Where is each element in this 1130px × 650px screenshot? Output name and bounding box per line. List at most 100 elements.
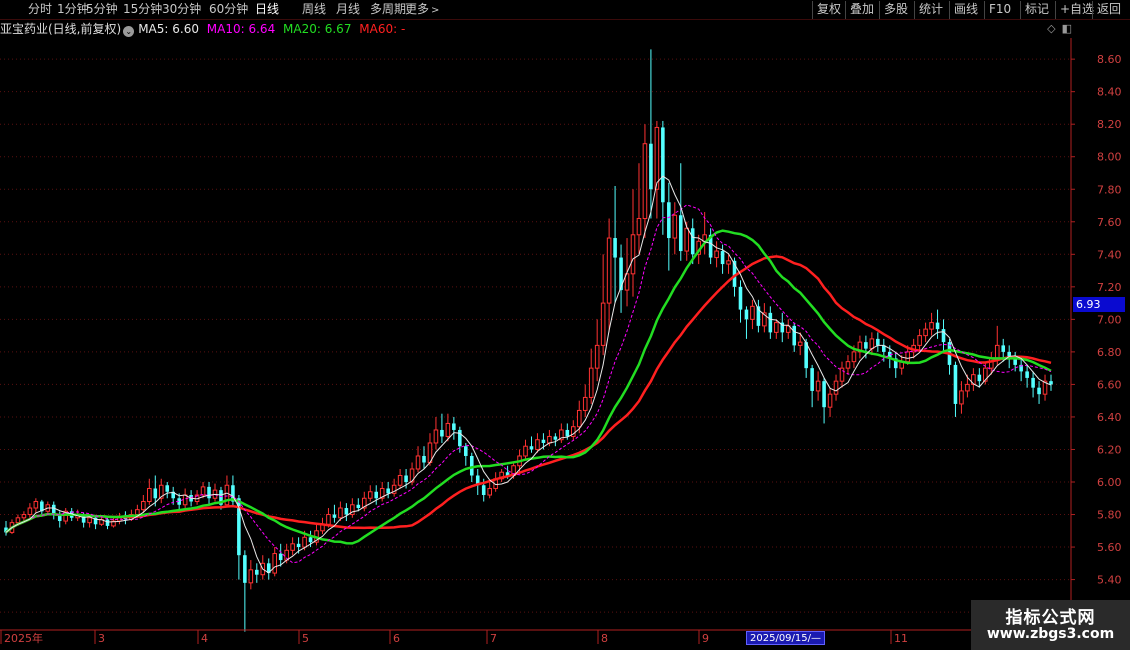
tool-button-4[interactable]: 画线 <box>949 1 982 19</box>
y-tick-label: 5.80 <box>1097 509 1122 522</box>
candle-body-down <box>613 238 617 258</box>
y-tick-label: 7.80 <box>1097 183 1122 196</box>
ma10-label: MA10: 6.64 <box>206 22 276 36</box>
watermark-url: www.zbgs3.com <box>986 626 1115 642</box>
candle-body-down <box>565 429 570 437</box>
candle-body-up <box>338 507 343 519</box>
candle-body-up <box>33 501 39 509</box>
candle-body-up <box>415 455 421 470</box>
candle-body-up <box>827 393 833 408</box>
current-price-tag: 6.93 <box>1073 297 1125 312</box>
period-tab-1[interactable]: 1分钟 <box>57 1 89 19</box>
candle-body-up <box>326 514 331 525</box>
candle-body-up <box>576 409 582 428</box>
tool-button-1[interactable]: 叠加 <box>845 1 878 19</box>
period-tab-4[interactable]: 30分钟 <box>162 1 201 19</box>
candle-body-up <box>845 361 851 369</box>
candle-body-up <box>630 234 636 275</box>
period-tab-10[interactable]: 更多 > <box>405 1 439 19</box>
candle-body-up <box>797 341 803 346</box>
settings-circle-icon[interactable]: ⌄ <box>123 26 135 37</box>
candle-body-up <box>588 367 594 398</box>
tool-button-2[interactable]: 多股 <box>879 1 912 19</box>
candle-body-down <box>810 368 814 391</box>
stock-title: 亚宝药业(日线,前复权) <box>0 22 122 36</box>
y-tick-label: 8.00 <box>1097 151 1122 164</box>
candle-body-down <box>1049 381 1053 385</box>
y-tick-label: 6.60 <box>1097 378 1122 391</box>
candle-body-up <box>535 439 540 450</box>
panel-toggle-icon[interactable]: ◧ <box>1062 22 1072 35</box>
ma5-label: MA5: 6.60 <box>138 22 199 36</box>
candle-body-down <box>481 485 486 496</box>
candle-body-up <box>833 380 839 395</box>
candle-body-up <box>905 351 910 363</box>
chart-corner-icons: ◇ ◧ <box>1041 22 1072 35</box>
candle-body-up <box>302 536 307 548</box>
x-tick-label: 9 <box>702 632 709 645</box>
candle-body-up <box>15 517 21 524</box>
candle-body-down <box>792 325 797 346</box>
candle-body-down <box>822 381 826 408</box>
candle-body-down <box>720 251 725 265</box>
diamond-icon[interactable]: ◇ <box>1047 22 1055 35</box>
candle-body-up <box>959 390 964 405</box>
candle-body-down <box>1001 345 1006 352</box>
tool-button-6[interactable]: 标记 <box>1020 1 1053 19</box>
y-tick-label: 5.60 <box>1097 541 1122 554</box>
y-tick-label: 8.60 <box>1097 53 1122 66</box>
candle-body-down <box>619 257 623 291</box>
candle-body-down <box>374 491 379 499</box>
ma60-label: MA60: - <box>359 22 406 36</box>
candle-body-down <box>356 504 361 509</box>
candle-body-up <box>923 328 928 337</box>
y-tick-label: 7.00 <box>1097 313 1122 326</box>
x-tick-label: 7 <box>490 632 497 645</box>
tool-button-8[interactable]: 返回 <box>1092 1 1125 19</box>
x-tick-label: 8 <box>601 632 608 645</box>
candle-body-up <box>87 517 92 524</box>
candle-body-up <box>606 237 612 304</box>
period-tab-8[interactable]: 月线 <box>336 1 360 19</box>
crosshair-date-label: 2025/09/15/— <box>746 631 826 645</box>
y-tick-label: 6.80 <box>1097 346 1122 359</box>
period-tab-0[interactable]: 分时 <box>28 1 52 19</box>
candle-body-up <box>774 322 779 333</box>
candle-body-up <box>582 396 588 411</box>
candle-body-down <box>1031 377 1035 388</box>
candle-body-down <box>678 215 683 252</box>
candle-body-down <box>255 569 259 575</box>
candle-body-up <box>684 227 690 252</box>
x-tick-label: 11 <box>894 632 908 645</box>
tool-button-3[interactable]: 统计 <box>914 1 947 19</box>
candle-body-up <box>636 218 642 236</box>
candle-body-up <box>397 474 403 486</box>
chevron-right-icon: > <box>431 5 440 16</box>
candle-body-up <box>929 322 934 330</box>
candle-body-up <box>750 305 755 320</box>
x-tick-label: 5 <box>302 632 309 645</box>
candle-body-down <box>876 338 880 346</box>
tool-button-5[interactable]: F10 <box>984 1 1015 19</box>
period-tab-5[interactable]: 60分钟 <box>209 1 248 19</box>
candle-body-down <box>464 446 468 456</box>
candle-body-down <box>977 374 982 382</box>
candle-body-down <box>207 486 211 499</box>
candle-body-up <box>487 488 492 496</box>
watermark: 指标公式网 www.zbgs3.com <box>971 600 1130 650</box>
candle-body-down <box>440 429 444 437</box>
tool-button-0[interactable]: 复权 <box>812 1 845 19</box>
candle-body-up <box>367 491 373 499</box>
candle-body-up <box>272 553 278 574</box>
period-tab-3[interactable]: 15分钟 <box>123 1 162 19</box>
period-tab-2[interactable]: 5分钟 <box>86 1 118 19</box>
candle-body-up <box>965 383 970 392</box>
candle-body-up <box>21 514 27 519</box>
candle-body-up <box>726 260 731 265</box>
period-tab-7[interactable]: 周线 <box>302 1 326 19</box>
y-tick-label: 6.40 <box>1097 411 1122 424</box>
period-tab-6[interactable]: 日线 <box>255 1 279 19</box>
candle-body-down <box>768 312 773 333</box>
candle-body-up <box>547 435 552 444</box>
period-tab-9[interactable]: 多周期 <box>370 1 406 19</box>
